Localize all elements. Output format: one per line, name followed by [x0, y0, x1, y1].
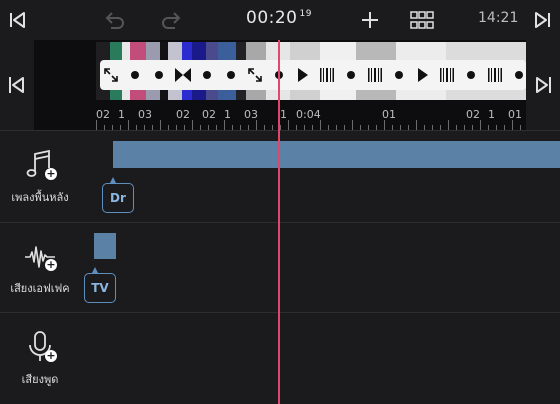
voice-track-label: เสียงพูด	[21, 372, 59, 386]
skip-to-start-icon[interactable]	[4, 6, 32, 34]
transition-dot-icon[interactable]	[124, 64, 146, 86]
add-music-button[interactable]: + เพลงพื้นหลัง	[0, 131, 80, 222]
transition-play-icon[interactable]	[412, 64, 434, 86]
ruler-tick	[96, 120, 97, 130]
transition-dot-icon[interactable]	[340, 64, 362, 86]
transition-dot-icon[interactable]	[148, 64, 170, 86]
music-note-icon: +	[23, 148, 57, 182]
ruler-tick	[256, 120, 257, 130]
waveform-icon: +	[23, 239, 57, 273]
playhead[interactable]	[278, 40, 280, 404]
timecode-frames: 19	[299, 9, 312, 19]
ruler-tick	[160, 120, 161, 130]
add-sound-effect-button[interactable]: + เสียงเอฟเฟค	[0, 223, 80, 312]
ruler-tick	[192, 120, 193, 130]
ruler-tick	[320, 120, 321, 130]
scroll-right-icon[interactable]	[526, 40, 560, 130]
ruler-label: 01	[508, 108, 522, 121]
transition-bars-icon[interactable]	[364, 64, 386, 86]
redo-icon[interactable]	[158, 6, 186, 34]
timeline-ruler: 02 1 03 02 02 1 03 1 0:04 01 02 1 01	[96, 100, 526, 130]
skip-to-end-icon[interactable]	[528, 6, 556, 34]
transition-dot-icon[interactable]	[508, 64, 526, 86]
ruler-tick	[448, 120, 449, 130]
ruler-label: 1	[118, 108, 125, 121]
top-toolbar: 00:20 19 14:21	[0, 0, 560, 40]
ruler-tick	[480, 120, 481, 130]
music-clip[interactable]	[113, 141, 560, 168]
add-voiceover-button[interactable]: + เสียงพูด	[0, 313, 80, 404]
transition-bars-icon[interactable]	[484, 64, 506, 86]
undo-icon[interactable]	[100, 6, 128, 34]
clock: 14:21	[478, 10, 519, 26]
sound-effect-clip[interactable]	[94, 233, 116, 259]
music-track: + เพลงพื้นหลัง Dr	[0, 130, 560, 222]
video-track: 02 1 03 02 02 1 03 1 0:04 01 02 1 01	[0, 40, 560, 130]
ruler-label: 0:04	[296, 108, 321, 121]
transition-dot-icon[interactable]	[388, 64, 410, 86]
add-icon[interactable]	[356, 6, 384, 34]
transition-dot-icon[interactable]	[220, 64, 242, 86]
ruler-tick	[512, 120, 513, 130]
ruler-label: 01	[382, 108, 396, 121]
music-clip-tag[interactable]: Dr	[102, 177, 134, 213]
transition-expand-icon[interactable]	[100, 64, 122, 86]
transition-dot-icon[interactable]	[460, 64, 482, 86]
ruler-tick	[384, 120, 385, 130]
ruler-label: 1	[488, 108, 495, 121]
transition-expand-icon[interactable]	[244, 64, 266, 86]
ruler-tick	[288, 120, 289, 130]
plus-icon: +	[45, 348, 57, 362]
microphone-icon: +	[23, 330, 57, 364]
sound-effects-track: + เสียงเอฟเฟค TV	[0, 222, 560, 312]
transition-bars-icon[interactable]	[316, 64, 338, 86]
ruler-tick	[128, 120, 129, 130]
transition-bowtie-icon[interactable]	[172, 64, 194, 86]
sound-effect-clip-tag[interactable]: TV	[84, 267, 116, 303]
ruler-tick	[352, 120, 353, 130]
ruler-label: 1	[224, 108, 231, 121]
ruler-label: 02	[202, 108, 216, 121]
ruler-label: 1	[280, 108, 287, 121]
transition-dot-icon[interactable]	[196, 64, 218, 86]
ruler-label: 02	[96, 108, 110, 121]
music-track-label: เพลงพื้นหลัง	[11, 190, 69, 204]
transition-bar[interactable]	[100, 60, 526, 90]
ruler-label: 02	[466, 108, 480, 121]
plus-icon: +	[45, 166, 57, 180]
effects-track-label: เสียงเอฟเฟค	[10, 281, 70, 295]
grid-icon[interactable]	[408, 6, 436, 34]
ruler-label: 03	[138, 108, 152, 121]
ruler-tick	[416, 120, 417, 130]
scroll-left-icon[interactable]	[0, 40, 34, 130]
timecode: 00:20	[246, 8, 298, 28]
transition-bars-icon[interactable]	[436, 64, 458, 86]
ruler-label: 02	[176, 108, 190, 121]
voiceover-track: + เสียงพูด	[0, 312, 560, 404]
transition-play-icon[interactable]	[292, 64, 314, 86]
timecode-display: 00:20 19	[246, 8, 312, 28]
ruler-label: 03	[244, 108, 258, 121]
plus-icon: +	[45, 257, 57, 271]
ruler-tick	[224, 120, 225, 130]
